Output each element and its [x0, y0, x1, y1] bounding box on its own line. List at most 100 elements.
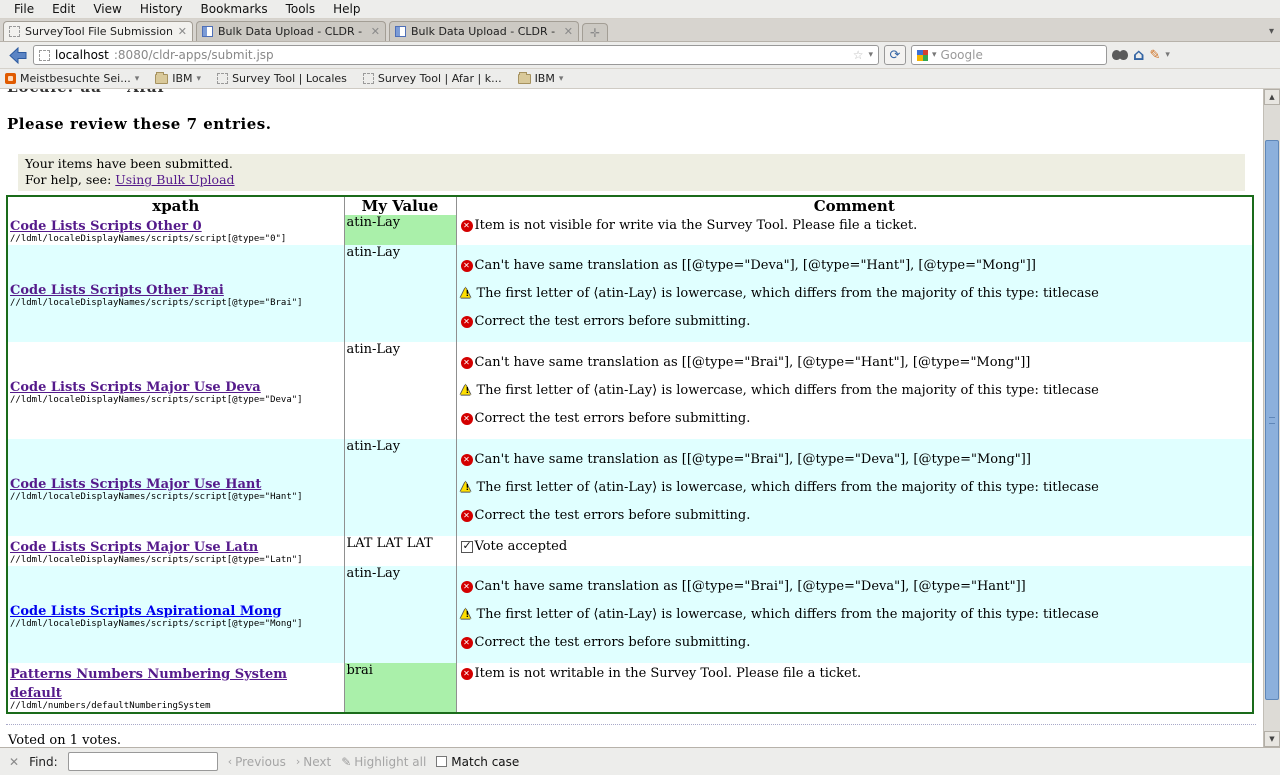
table-row: Code Lists Scripts Major Use Deva//ldml/…	[7, 342, 1253, 439]
highlighter-icon: ✎	[341, 755, 351, 769]
find-binoculars-icon[interactable]	[1112, 49, 1128, 61]
xpath-link[interactable]: Code Lists Scripts Other 0	[10, 219, 202, 234]
feed-pen-icon[interactable]: ✎	[1149, 48, 1160, 63]
bookmark-label: IBM	[172, 72, 192, 85]
page-area: Locale: aa - 'Afar' Please review these …	[0, 89, 1263, 747]
xpath-link[interactable]: Code Lists Scripts Major Use Deva	[10, 380, 261, 395]
clipped-heading: Locale: aa - 'Afar'	[0, 89, 1263, 97]
comment-text: Can't have same translation as [[@type="…	[475, 355, 1031, 370]
vertical-scrollbar[interactable]: ▲ ▼	[1263, 89, 1280, 747]
search-placeholder: Google	[941, 48, 983, 62]
missing-favicon-icon	[9, 26, 20, 37]
menu-bookmarks[interactable]: Bookmarks	[193, 1, 276, 17]
search-bar[interactable]: ▾ Google	[911, 45, 1107, 65]
comment-line: ✕Item is not visible for write via the S…	[461, 218, 1251, 233]
scroll-down-icon[interactable]: ▼	[1264, 731, 1280, 747]
notice-line-1: Your items have been submitted.	[25, 156, 1238, 172]
back-button[interactable]	[6, 45, 28, 65]
menu-help[interactable]: Help	[325, 1, 368, 17]
menu-tools[interactable]: Tools	[278, 1, 324, 17]
tab-close-icon[interactable]: ✕	[371, 25, 380, 38]
tab-bulk-data-upload-1[interactable]: Bulk Data Upload - CLDR - Un... ✕	[196, 21, 386, 41]
menu-history[interactable]: History	[132, 1, 191, 17]
review-table-body: Code Lists Scripts Other 0//ldml/localeD…	[7, 215, 1253, 713]
back-arrow-icon	[8, 47, 27, 64]
find-next-button[interactable]: › Next	[296, 755, 331, 769]
close-find-bar-icon[interactable]: ✕	[9, 755, 19, 769]
my-value-cell: LAT LAT LAT	[344, 536, 456, 566]
toolbar-overflow-icon[interactable]: ▾	[1165, 50, 1170, 60]
search-engine-dropdown-icon[interactable]: ▾	[932, 50, 937, 60]
url-bar[interactable]: localhost:8080/cldr-apps/submit.jsp ☆ ▾	[33, 45, 879, 65]
xpath-link[interactable]: Code Lists Scripts Other Brai	[10, 283, 224, 298]
menu-file[interactable]: File	[6, 1, 42, 17]
comment-line: ✕Correct the test errors before submitti…	[461, 314, 1251, 329]
match-case-option[interactable]: Match case	[436, 755, 519, 769]
warning-icon: ▲!	[461, 287, 475, 301]
scrollbar-thumb[interactable]	[1265, 140, 1279, 700]
google-logo-icon	[917, 50, 928, 61]
comment-line: ✕Correct the test errors before submitti…	[461, 508, 1251, 523]
scroll-up-icon[interactable]: ▲	[1264, 89, 1280, 105]
xpath-value: //ldml/localeDisplayNames/scripts/script…	[10, 234, 342, 245]
comment-cell: ✕Can't have same translation as [[@type=…	[456, 439, 1253, 536]
new-tab-button[interactable]: ✛	[582, 23, 608, 41]
folder-icon	[155, 74, 168, 84]
tab-strip: SurveyTool File Submission | ... ✕ Bulk …	[0, 19, 1280, 42]
menu-view[interactable]: View	[85, 1, 129, 17]
notice-line-2: For help, see: Using Bulk Upload	[25, 172, 1238, 188]
bookmark-star-icon[interactable]: ☆	[853, 48, 864, 62]
find-input[interactable]	[68, 752, 218, 771]
bookmark-label: Survey Tool | Locales	[232, 72, 347, 85]
table-header-row: xpath My Value Comment	[7, 196, 1253, 215]
bookmark-folder-ibm-2[interactable]: IBM ▾	[518, 72, 564, 85]
url-host: localhost	[55, 48, 109, 62]
using-bulk-upload-link[interactable]: Using Bulk Upload	[115, 172, 234, 187]
tab-bulk-data-upload-2[interactable]: Bulk Data Upload - CLDR - Un... ✕	[389, 21, 579, 41]
list-all-tabs-icon[interactable]: ▾	[1269, 26, 1274, 37]
xpath-cell: Code Lists Scripts Other Brai//ldml/loca…	[7, 245, 344, 342]
xpath-cell: Code Lists Scripts Major Use Latn//ldml/…	[7, 536, 344, 566]
comment-line: ✕Correct the test errors before submitti…	[461, 411, 1251, 426]
tab-close-icon[interactable]: ✕	[178, 25, 187, 38]
xpath-link[interactable]: Code Lists Scripts Major Use Hant	[10, 477, 261, 492]
comment-line: ✕Can't have same translation as [[@type=…	[461, 452, 1251, 467]
error-icon: ✕	[461, 316, 473, 328]
xpath-value: //ldml/localeDisplayNames/scripts/script…	[10, 395, 342, 406]
bookmark-folder-ibm-1[interactable]: IBM ▾	[155, 72, 201, 85]
reload-button[interactable]: ⟳	[884, 45, 906, 65]
missing-favicon-icon	[363, 73, 374, 84]
comment-line: ✕Can't have same translation as [[@type=…	[461, 355, 1251, 370]
find-previous-button[interactable]: ‹ Previous	[228, 755, 286, 769]
comment-cell: Vote accepted	[456, 536, 1253, 566]
xpath-link[interactable]: Patterns Numbers Numbering System defaul…	[10, 667, 287, 701]
comment-cell: ✕Can't have same translation as [[@type=…	[456, 566, 1253, 663]
comment-text: Vote accepted	[475, 539, 568, 554]
table-row: Code Lists Scripts Other Brai//ldml/loca…	[7, 245, 1253, 342]
comment-text: Item is not writable in the Survey Tool.…	[475, 666, 862, 681]
warning-icon: ▲!	[461, 608, 475, 622]
tab-close-icon[interactable]: ✕	[564, 25, 573, 38]
dotted-divider	[6, 724, 1256, 725]
error-icon: ✕	[461, 454, 473, 466]
xpath-link[interactable]: Code Lists Scripts Aspirational Mong	[10, 604, 281, 619]
page-title: Please review these 7 entries.	[7, 115, 1263, 133]
xpath-link[interactable]: Code Lists Scripts Major Use Latn	[10, 540, 258, 555]
bookmark-survey-tool-afar[interactable]: Survey Tool | Afar | k...	[363, 72, 502, 85]
highlight-all-button[interactable]: ✎ Highlight all	[341, 755, 426, 769]
xpath-value: //ldml/localeDisplayNames/scripts/script…	[10, 555, 342, 566]
chevron-left-icon: ‹	[228, 755, 232, 768]
match-case-checkbox[interactable]	[436, 756, 447, 767]
home-icon[interactable]: ⌂	[1133, 47, 1144, 63]
menu-edit[interactable]: Edit	[44, 1, 83, 17]
my-value-cell: atin-Lay	[344, 245, 456, 342]
url-dropdown-icon[interactable]: ▾	[868, 50, 873, 60]
bookmark-survey-tool-locales[interactable]: Survey Tool | Locales	[217, 72, 347, 85]
bookmark-label: Survey Tool | Afar | k...	[378, 72, 502, 85]
bookmark-most-visited[interactable]: Meistbesuchte Sei... ▾	[5, 72, 139, 85]
tab-title: SurveyTool File Submission | ...	[25, 25, 173, 38]
tab-surveytool-submission[interactable]: SurveyTool File Submission | ... ✕	[3, 21, 193, 41]
comment-cell: ✕Can't have same translation as [[@type=…	[456, 342, 1253, 439]
comment-line: ✕Item is not writable in the Survey Tool…	[461, 666, 1251, 681]
xpath-cell: Code Lists Scripts Major Use Deva//ldml/…	[7, 342, 344, 439]
